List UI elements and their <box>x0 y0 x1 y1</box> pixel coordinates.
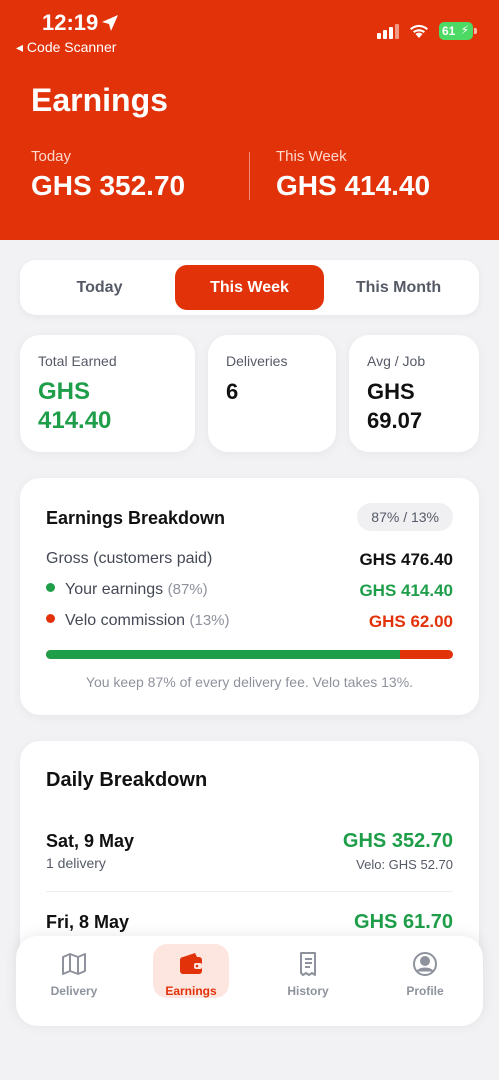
back-to-app-link[interactable]: ◂ Code Scanner <box>16 39 116 56</box>
day-divider <box>46 891 453 892</box>
your-earnings-value: GHS 414.40 <box>359 581 453 600</box>
deliveries-value: 6 <box>226 379 239 404</box>
receipt-icon <box>300 952 316 976</box>
tab-history-label: History <box>287 984 329 998</box>
tab-earnings-label: Earnings <box>165 984 217 998</box>
gross-value: GHS 476.40 <box>359 550 453 569</box>
breakdown-note: You keep 87% of every delivery fee. Velo… <box>85 674 414 690</box>
commission-pct: (13%) <box>189 612 230 629</box>
period-segmented-control: Today This Week This Month <box>20 260 479 315</box>
status-time: 12:19 <box>42 10 99 35</box>
day-name: Sat, 9 May <box>46 831 135 851</box>
commission-row: Velo commission (13%) <box>46 612 230 630</box>
week-value: GHS 414.40 <box>276 170 431 201</box>
battery-icon: 61 ⚡ <box>439 22 477 40</box>
total-earned-value: GHS 414.40 <box>38 377 111 435</box>
deliveries-label: Deliveries <box>226 353 288 369</box>
avg-job-label: Avg / Job <box>367 353 426 369</box>
segment-today[interactable]: Today <box>25 265 174 310</box>
profile-icon <box>413 952 437 976</box>
today-value: GHS 352.70 <box>31 170 186 201</box>
battery-level: 61 <box>442 24 456 38</box>
map-icon <box>62 953 86 975</box>
cellular-signal-icon <box>377 23 399 39</box>
tab-delivery-label: Delivery <box>50 984 98 998</box>
ratio-pill: 87% / 13% <box>357 503 453 531</box>
segment-this-week[interactable]: This Week <box>175 265 324 310</box>
commission-label: Velo commission <box>65 612 186 629</box>
total-earned-amount: 414.40 <box>38 407 112 434</box>
header-divider <box>249 152 250 200</box>
location-arrow-icon <box>102 15 118 31</box>
total-earned-currency: GHS <box>38 378 91 405</box>
day-velo-fee: Velo: GHS 52.70 <box>356 857 453 872</box>
earnings-share-fill <box>46 650 401 659</box>
breakdown-title: Earnings Breakdown <box>46 508 226 528</box>
your-earnings-row: Your earnings (87%) <box>46 581 208 599</box>
page-title: Earnings <box>31 82 168 118</box>
segment-this-month[interactable]: This Month <box>324 265 473 310</box>
commission-value: GHS 62.00 <box>368 612 453 631</box>
bottom-tab-bar: Delivery Earnings History Profile <box>16 936 483 1026</box>
tab-delivery[interactable]: Delivery <box>36 944 112 998</box>
earnings-dot-icon <box>46 583 55 593</box>
avg-job-currency: GHS <box>367 379 415 404</box>
tab-earnings[interactable]: Earnings <box>153 944 229 998</box>
daily-title: Daily Breakdown <box>46 769 208 791</box>
avg-job-amount: 69.07 <box>367 408 423 433</box>
earnings-breakdown-card: Earnings Breakdown 87% / 13% Gross (cust… <box>20 478 479 715</box>
total-earned-label: Total Earned <box>38 353 117 369</box>
today-label: Today <box>31 148 72 165</box>
deliveries-card: Deliveries 6 <box>208 335 336 452</box>
avg-job-card: Avg / Job GHS 69.07 <box>349 335 479 452</box>
day-name: Fri, 8 May <box>46 912 130 932</box>
earnings-header: 12:19 ◂ Code Scanner 61 ⚡ Earnings Today… <box>0 0 499 240</box>
tab-history[interactable]: History <box>270 944 346 998</box>
tab-profile-label: Profile <box>406 984 444 998</box>
commission-dot-icon <box>46 614 55 624</box>
tab-profile[interactable]: Profile <box>387 944 463 998</box>
day-amount: GHS 61.70 <box>354 911 453 933</box>
day-amount: GHS 352.70 <box>342 830 453 852</box>
gross-label: Gross (customers paid) <box>46 550 213 567</box>
split-bar <box>46 650 453 659</box>
wallet-icon <box>180 953 202 974</box>
status-indicators: 61 ⚡ <box>377 22 477 40</box>
day-deliveries: 1 delivery <box>46 855 106 871</box>
wifi-icon <box>410 24 428 38</box>
avg-job-value: GHS 69.07 <box>367 377 422 435</box>
your-earnings-label: Your earnings <box>65 581 164 598</box>
week-label: This Week <box>276 148 347 165</box>
your-earnings-pct: (87%) <box>167 581 208 598</box>
total-earned-card: Total Earned GHS 414.40 <box>20 335 195 452</box>
